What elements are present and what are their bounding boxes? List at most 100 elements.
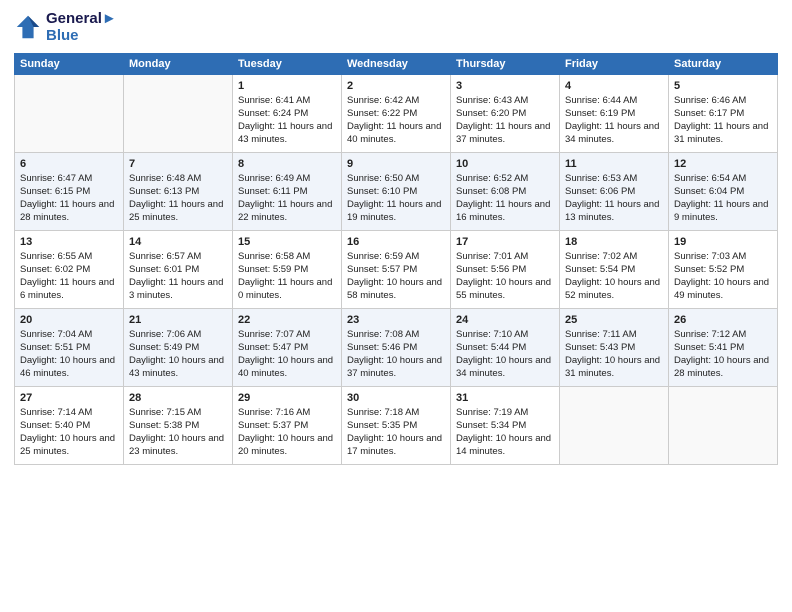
day-cell: 21Sunrise: 7:06 AMSunset: 5:49 PMDayligh… [124,308,233,386]
daylight-text: Daylight: 11 hours and 16 minutes. [456,199,554,225]
sunset-text: Sunset: 5:57 PM [347,264,445,277]
day-number: 24 [456,313,554,328]
week-row-3: 13Sunrise: 6:55 AMSunset: 6:02 PMDayligh… [15,230,778,308]
sunset-text: Sunset: 5:54 PM [565,264,663,277]
sunset-text: Sunset: 5:46 PM [347,342,445,355]
day-cell: 2Sunrise: 6:42 AMSunset: 6:22 PMDaylight… [342,74,451,152]
daylight-text: Daylight: 10 hours and 31 minutes. [565,355,663,381]
daylight-text: Daylight: 10 hours and 20 minutes. [238,433,336,459]
sunrise-text: Sunrise: 7:08 AM [347,329,445,342]
day-number: 15 [238,235,336,250]
sunrise-text: Sunrise: 6:50 AM [347,173,445,186]
day-cell: 10Sunrise: 6:52 AMSunset: 6:08 PMDayligh… [451,152,560,230]
sunrise-text: Sunrise: 6:43 AM [456,95,554,108]
sunrise-text: Sunrise: 7:19 AM [456,407,554,420]
day-number: 30 [347,391,445,406]
daylight-text: Daylight: 10 hours and 58 minutes. [347,277,445,303]
day-number: 5 [674,79,772,94]
header-cell-friday: Friday [560,53,669,74]
header-cell-wednesday: Wednesday [342,53,451,74]
day-cell: 3Sunrise: 6:43 AMSunset: 6:20 PMDaylight… [451,74,560,152]
daylight-text: Daylight: 11 hours and 3 minutes. [129,277,227,303]
sunrise-text: Sunrise: 6:46 AM [674,95,772,108]
day-number: 20 [20,313,118,328]
daylight-text: Daylight: 10 hours and 46 minutes. [20,355,118,381]
sunset-text: Sunset: 6:20 PM [456,108,554,121]
sunset-text: Sunset: 5:38 PM [129,420,227,433]
day-number: 31 [456,391,554,406]
sunset-text: Sunset: 6:15 PM [20,186,118,199]
day-cell [560,386,669,464]
sunrise-text: Sunrise: 6:49 AM [238,173,336,186]
daylight-text: Daylight: 11 hours and 37 minutes. [456,121,554,147]
sunrise-text: Sunrise: 7:06 AM [129,329,227,342]
sunrise-text: Sunrise: 7:12 AM [674,329,772,342]
day-number: 16 [347,235,445,250]
sunset-text: Sunset: 6:13 PM [129,186,227,199]
header-cell-sunday: Sunday [15,53,124,74]
day-cell: 16Sunrise: 6:59 AMSunset: 5:57 PMDayligh… [342,230,451,308]
sunrise-text: Sunrise: 6:55 AM [20,251,118,264]
sunset-text: Sunset: 5:40 PM [20,420,118,433]
day-cell: 30Sunrise: 7:18 AMSunset: 5:35 PMDayligh… [342,386,451,464]
logo-text: General► Blue [46,10,117,45]
week-row-4: 20Sunrise: 7:04 AMSunset: 5:51 PMDayligh… [15,308,778,386]
day-number: 10 [456,157,554,172]
daylight-text: Daylight: 10 hours and 43 minutes. [129,355,227,381]
sunset-text: Sunset: 6:02 PM [20,264,118,277]
calendar-table: SundayMondayTuesdayWednesdayThursdayFrid… [14,53,778,465]
day-cell: 20Sunrise: 7:04 AMSunset: 5:51 PMDayligh… [15,308,124,386]
page: General► Blue SundayMondayTuesdayWednesd… [0,0,792,612]
sunrise-text: Sunrise: 6:47 AM [20,173,118,186]
sunrise-text: Sunrise: 6:48 AM [129,173,227,186]
daylight-text: Daylight: 11 hours and 34 minutes. [565,121,663,147]
daylight-text: Daylight: 11 hours and 40 minutes. [347,121,445,147]
daylight-text: Daylight: 11 hours and 28 minutes. [20,199,118,225]
day-cell: 18Sunrise: 7:02 AMSunset: 5:54 PMDayligh… [560,230,669,308]
day-number: 22 [238,313,336,328]
sunrise-text: Sunrise: 6:57 AM [129,251,227,264]
day-cell: 8Sunrise: 6:49 AMSunset: 6:11 PMDaylight… [233,152,342,230]
day-cell: 12Sunrise: 6:54 AMSunset: 6:04 PMDayligh… [669,152,778,230]
day-number: 6 [20,157,118,172]
day-number: 26 [674,313,772,328]
day-number: 17 [456,235,554,250]
sunrise-text: Sunrise: 7:14 AM [20,407,118,420]
daylight-text: Daylight: 11 hours and 6 minutes. [20,277,118,303]
sunrise-text: Sunrise: 7:15 AM [129,407,227,420]
day-cell: 4Sunrise: 6:44 AMSunset: 6:19 PMDaylight… [560,74,669,152]
day-number: 13 [20,235,118,250]
daylight-text: Daylight: 10 hours and 28 minutes. [674,355,772,381]
day-cell: 23Sunrise: 7:08 AMSunset: 5:46 PMDayligh… [342,308,451,386]
day-number: 7 [129,157,227,172]
sunset-text: Sunset: 5:44 PM [456,342,554,355]
day-cell: 13Sunrise: 6:55 AMSunset: 6:02 PMDayligh… [15,230,124,308]
sunset-text: Sunset: 6:08 PM [456,186,554,199]
header-row: SundayMondayTuesdayWednesdayThursdayFrid… [15,53,778,74]
day-number: 21 [129,313,227,328]
daylight-text: Daylight: 11 hours and 31 minutes. [674,121,772,147]
header-cell-monday: Monday [124,53,233,74]
day-cell: 24Sunrise: 7:10 AMSunset: 5:44 PMDayligh… [451,308,560,386]
daylight-text: Daylight: 11 hours and 0 minutes. [238,277,336,303]
day-number: 27 [20,391,118,406]
day-cell: 14Sunrise: 6:57 AMSunset: 6:01 PMDayligh… [124,230,233,308]
day-number: 19 [674,235,772,250]
sunset-text: Sunset: 5:41 PM [674,342,772,355]
day-cell: 7Sunrise: 6:48 AMSunset: 6:13 PMDaylight… [124,152,233,230]
sunrise-text: Sunrise: 6:44 AM [565,95,663,108]
sunrise-text: Sunrise: 7:18 AM [347,407,445,420]
sunrise-text: Sunrise: 6:41 AM [238,95,336,108]
week-row-1: 1Sunrise: 6:41 AMSunset: 6:24 PMDaylight… [15,74,778,152]
daylight-text: Daylight: 11 hours and 25 minutes. [129,199,227,225]
day-cell [15,74,124,152]
sunset-text: Sunset: 5:34 PM [456,420,554,433]
sunrise-text: Sunrise: 7:10 AM [456,329,554,342]
sunset-text: Sunset: 5:52 PM [674,264,772,277]
sunset-text: Sunset: 5:37 PM [238,420,336,433]
week-row-5: 27Sunrise: 7:14 AMSunset: 5:40 PM Dayligh… [15,386,778,464]
daylight-text: Daylight: 10 hours and 23 minutes. [129,433,227,459]
day-cell: 19Sunrise: 7:03 AMSunset: 5:52 PMDayligh… [669,230,778,308]
day-cell [669,386,778,464]
sunrise-text: Sunrise: 7:02 AM [565,251,663,264]
